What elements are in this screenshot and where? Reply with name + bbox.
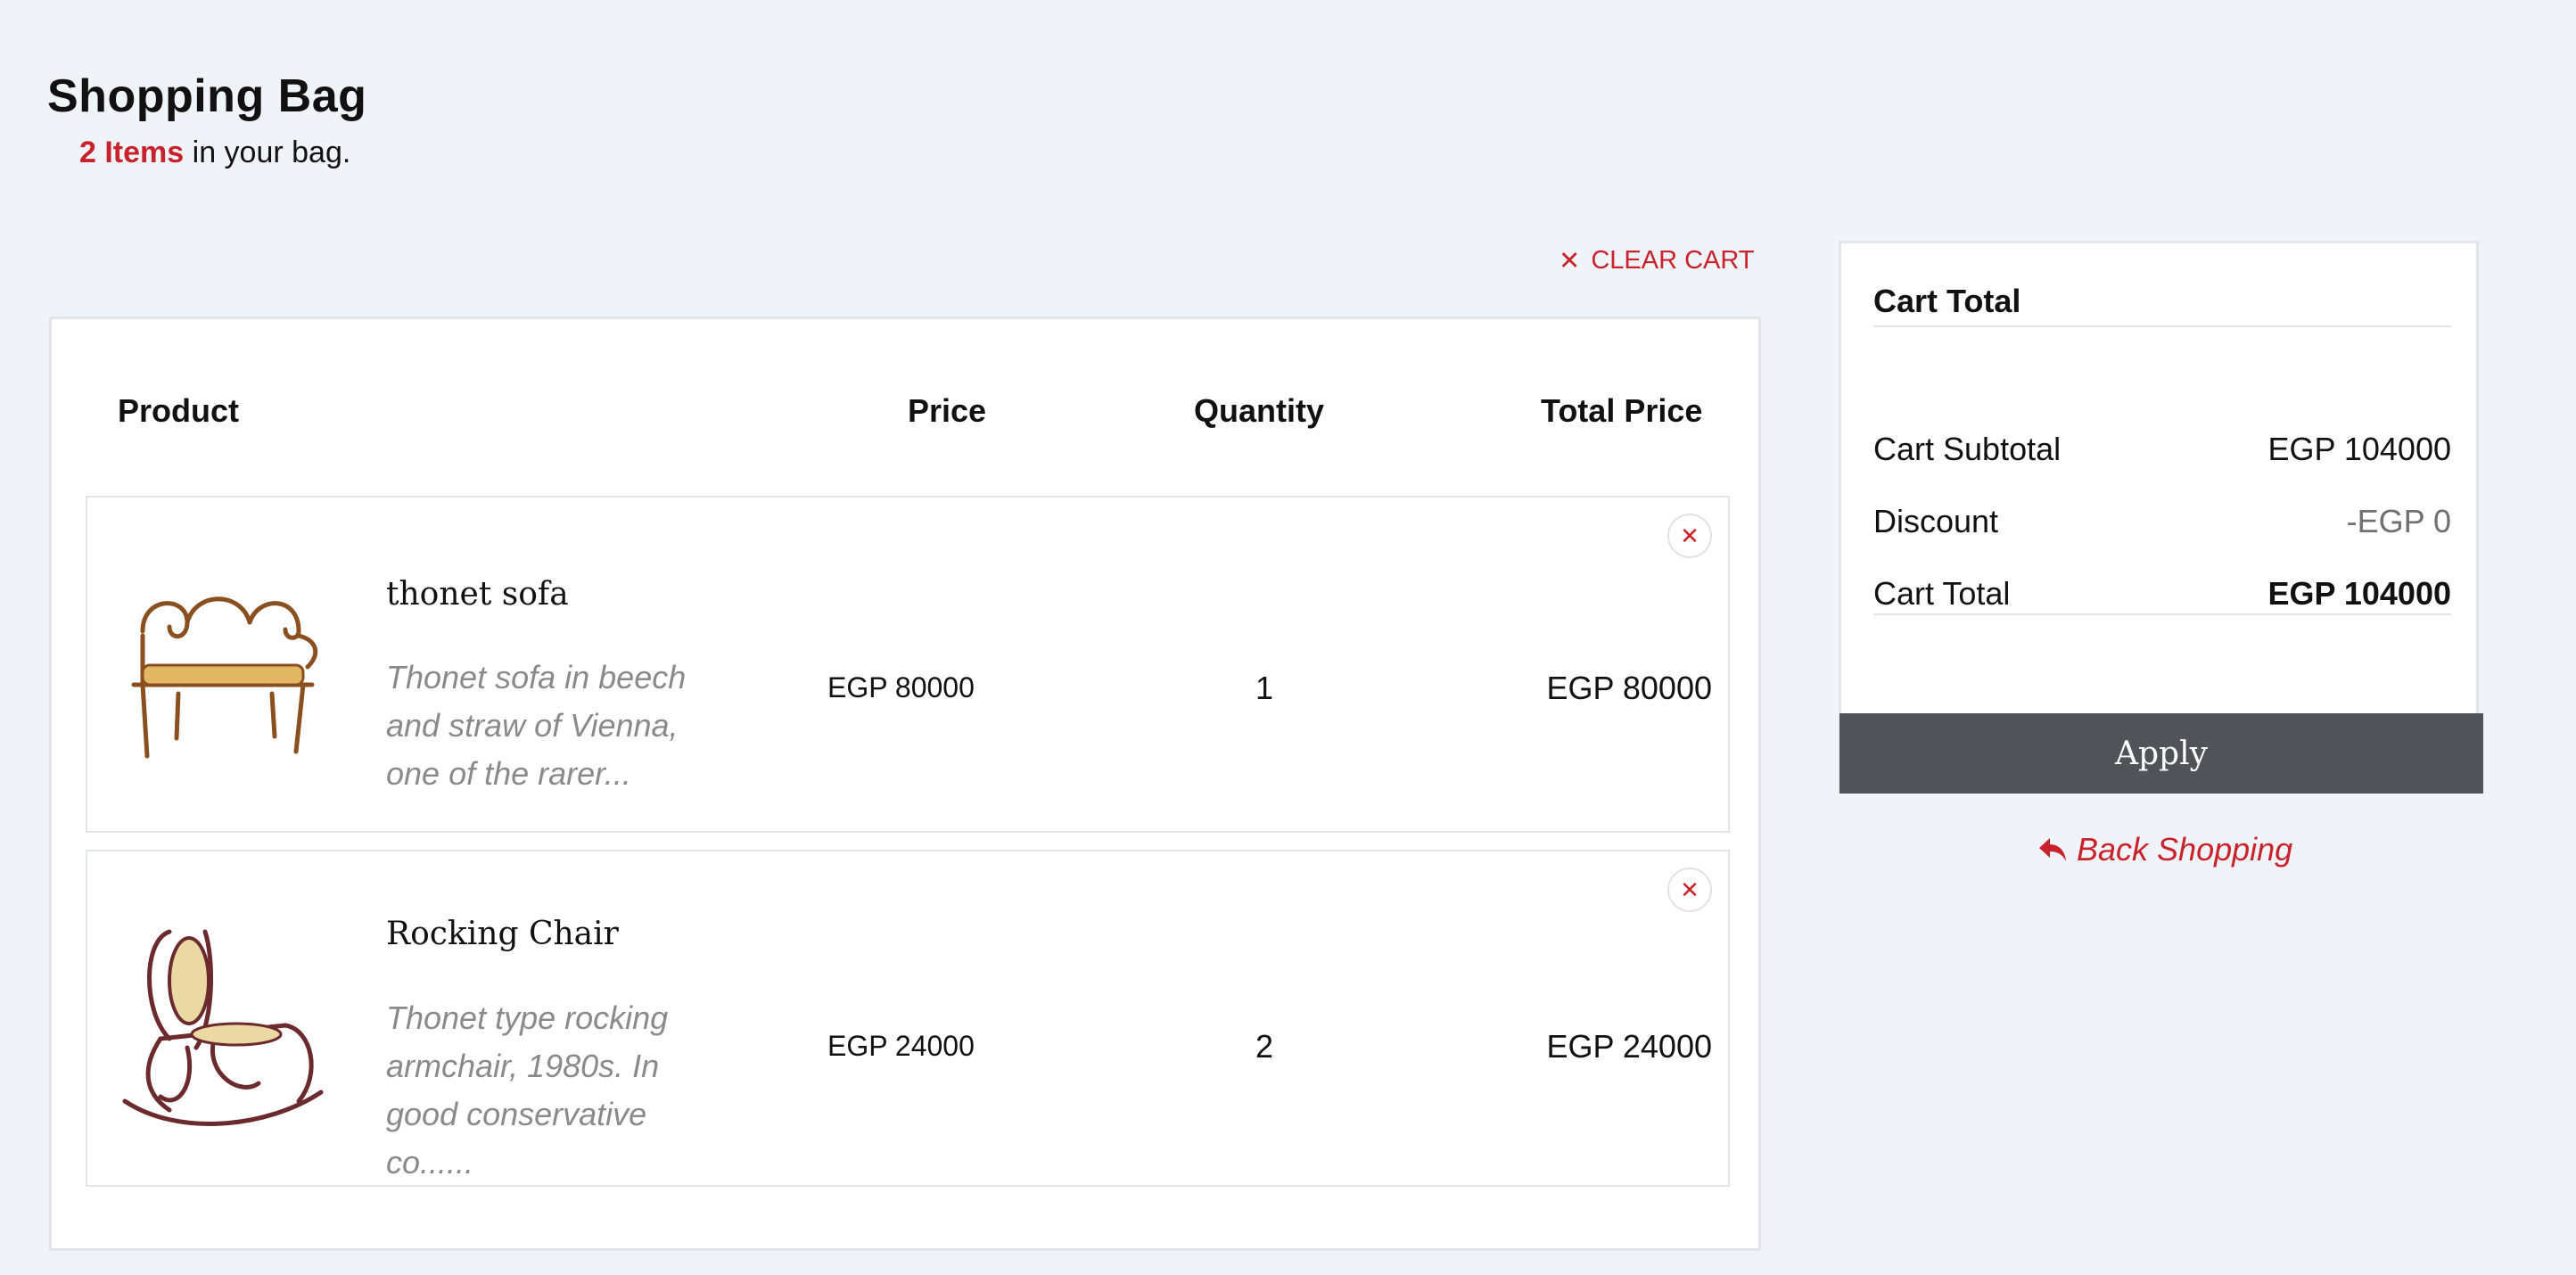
item-count-text: 2 Items in your bag. — [79, 136, 350, 170]
total-value: EGP 104000 — [2267, 575, 2451, 612]
item-description: Thonet sofa in beech and straw of Vienna… — [386, 659, 687, 792]
divider — [1873, 613, 2451, 615]
page-header: Shopping Bag 2 Items in your bag. — [47, 70, 367, 169]
rocking-chair-image — [122, 929, 324, 1126]
item-total-price: EGP 24000 — [1546, 1028, 1712, 1065]
cart-item-row: ✕ thonet sofa Thonet sofa in beech and s… — [86, 496, 1730, 833]
column-header-product: Product — [118, 392, 240, 429]
remove-item-button[interactable]: ✕ — [1667, 868, 1712, 912]
subtotal-row: Cart Subtotal EGP 104000 — [1873, 431, 2451, 468]
cart-item-row: ✕ Rocking Chair Thonet type rocking armc… — [86, 850, 1730, 1187]
subtotal-value: EGP 104000 — [2267, 431, 2451, 467]
cart-total-panel: Cart Total Cart Subtotal EGP 104000 Disc… — [1839, 241, 2479, 794]
remove-item-button[interactable]: ✕ — [1667, 514, 1712, 558]
close-icon: ✕ — [1680, 522, 1700, 549]
back-shopping-link[interactable]: Back Shopping — [2037, 831, 2292, 868]
total-label: Cart Total — [1873, 575, 2011, 612]
cart-table: Product Price Quantity Total Price ✕ tho… — [49, 317, 1761, 1251]
column-header-price: Price — [908, 392, 987, 429]
clear-cart-label: CLEAR CART — [1591, 246, 1755, 275]
item-name[interactable]: thonet sofa — [386, 576, 569, 613]
item-quantity: 2 — [1255, 1028, 1274, 1065]
apply-button[interactable]: Apply — [1839, 713, 2483, 794]
item-price: EGP 24000 — [827, 1030, 975, 1062]
discount-value: -EGP 0 — [2346, 503, 2451, 539]
item-total-price: EGP 80000 — [1546, 670, 1712, 706]
page-title: Shopping Bag — [47, 70, 367, 122]
discount-row: Discount -EGP 0 — [1873, 503, 2451, 540]
clear-cart-button[interactable]: ✕ CLEAR CART — [1559, 245, 1755, 276]
back-shopping-label: Back Shopping — [2077, 831, 2293, 868]
item-description: Thonet type rocking armchair, 1980s. In … — [386, 999, 669, 1180]
divider — [1873, 325, 2451, 327]
cart-total-title: Cart Total — [1873, 283, 2021, 319]
reply-arrow-icon — [2039, 838, 2066, 861]
item-price: EGP 80000 — [827, 671, 975, 703]
item-count-suffix: in your bag. — [184, 136, 351, 169]
column-header-quantity: Quantity — [1194, 392, 1325, 429]
column-header-total-price: Total Price — [1541, 392, 1703, 429]
item-count: 2 Items — [79, 136, 185, 169]
item-name[interactable]: Rocking Chair — [386, 916, 619, 952]
item-quantity: 1 — [1255, 670, 1274, 706]
subtotal-label: Cart Subtotal — [1873, 431, 2062, 467]
total-row: Cart Total EGP 104000 — [1873, 575, 2451, 613]
bentwood-sofa-image — [131, 596, 318, 759]
close-icon: ✕ — [1680, 876, 1700, 903]
discount-label: Discount — [1873, 503, 1999, 539]
close-icon: ✕ — [1559, 247, 1581, 276]
